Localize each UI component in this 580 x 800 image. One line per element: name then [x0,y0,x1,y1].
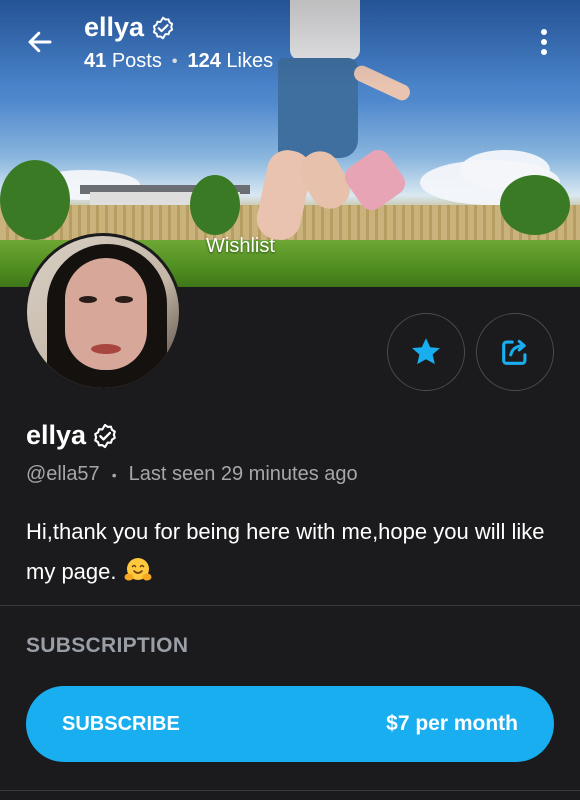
more-vertical-icon [541,29,547,35]
likes-stat: 124 Likes [187,50,273,73]
header-title: ellya [84,12,176,43]
subscribe-price: $7 per month [386,712,518,735]
posts-count: 41 [84,50,107,72]
profile-name-row: ellya [26,420,119,451]
avatar-eye [115,296,133,303]
arrow-left-icon [28,31,52,53]
avatar-lips [91,344,121,354]
posts-stat: 41 Posts [84,50,162,73]
wishlist-link[interactable]: Wishlist [206,235,275,258]
likes-label: Likes [226,50,274,72]
back-button[interactable] [22,24,58,60]
likes-count: 124 [187,50,221,72]
stats-separator: • [171,52,178,70]
avatar[interactable] [24,233,182,391]
subscribe-label: SUBSCRIBE [62,712,180,735]
section-divider [0,605,580,606]
header-stats: 41 Posts • 124 Likes [84,50,273,73]
posts-label: Posts [111,50,162,72]
profile-username: @ella57 [26,463,100,485]
more-vertical-icon-dot [541,49,547,55]
subscribe-button[interactable]: SUBSCRIBE $7 per month [26,686,554,762]
last-seen: Last seen 29 minutes ago [128,463,358,485]
more-options-button[interactable] [532,26,556,58]
profile-bio: Hi,thank you for being here with me,hope… [26,512,556,592]
favorite-button[interactable] [387,313,465,391]
meta-separator: • [111,466,117,483]
subscription-section-title: SUBSCRIPTION [26,634,189,657]
verified-badge-icon [94,423,116,448]
bio-text: Hi,thank you for being here with me,hope… [26,519,545,584]
header-username: ellya [84,12,145,42]
star-icon [412,338,440,365]
profile-meta: @ella57 • Last seen 29 minutes ago [26,463,358,486]
share-button[interactable] [476,313,554,391]
share-icon [502,339,527,365]
hugging-face-emoji [124,558,152,581]
avatar-eye [79,296,97,303]
section-divider [0,790,580,791]
profile-name: ellya [26,420,87,450]
more-vertical-icon-dot [541,39,547,45]
verified-badge-icon [152,16,174,39]
